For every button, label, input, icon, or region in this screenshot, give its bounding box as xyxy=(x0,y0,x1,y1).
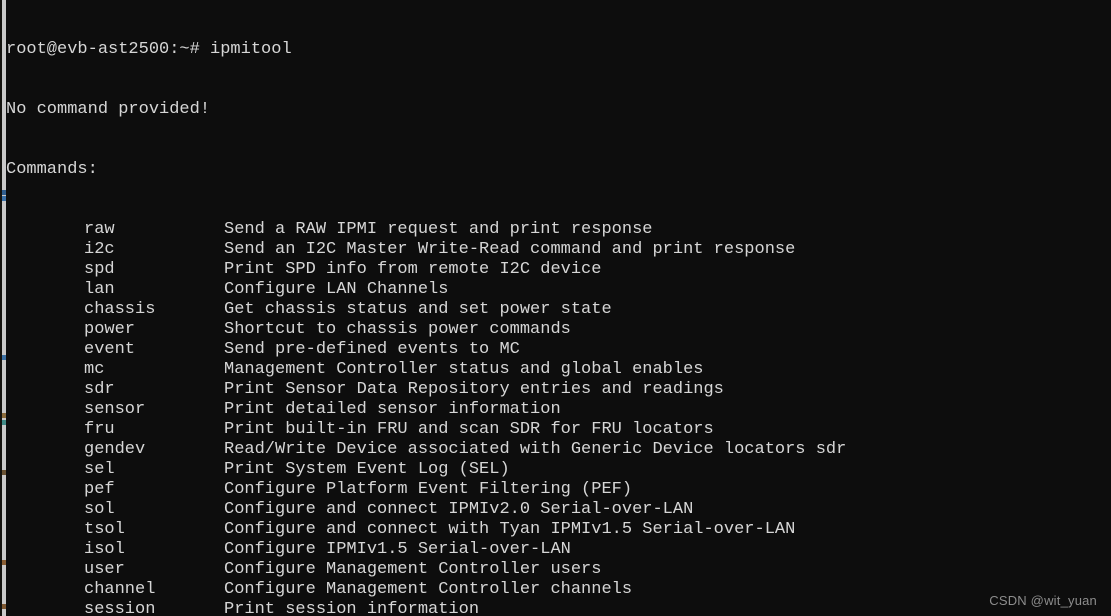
command-description: Shortcut to chassis power commands xyxy=(224,320,571,339)
command-description: Print SPD info from remote I2C device xyxy=(224,260,602,279)
command-list: raw Send a RAW IPMI request and print res… xyxy=(6,220,1111,616)
command-description: Configure LAN Channels xyxy=(224,280,449,299)
command-name: event xyxy=(84,340,136,359)
command-row: isol Configure IPMIv1.5 Serial-over-LAN xyxy=(6,540,1111,560)
command-description: Configure Platform Event Filtering (PEF) xyxy=(224,480,633,499)
command-description: Send pre-defined events to MC xyxy=(224,340,520,359)
command-row: event Send pre-defined events to MC xyxy=(6,340,1111,360)
command-name: i2c xyxy=(84,240,115,259)
command-name: chassis xyxy=(84,300,156,319)
command-name: gendev xyxy=(84,440,146,459)
command-row: sel Print System Event Log (SEL) xyxy=(6,460,1111,480)
command-row: gendev Read/Write Device associated with … xyxy=(6,440,1111,460)
command-description: Print session information xyxy=(224,600,480,616)
command-row: raw Send a RAW IPMI request and print res… xyxy=(6,220,1111,240)
terminal-commands-header: Commands: xyxy=(6,160,98,179)
command-row: sdr Print Sensor Data Repository entries … xyxy=(6,380,1111,400)
command-row: spd Print SPD info from remote I2C device xyxy=(6,260,1111,280)
command-name: isol xyxy=(84,540,125,559)
command-description: Send a RAW IPMI request and print respon… xyxy=(224,220,653,239)
screen: root@evb-ast2500:~# ipmitool No command … xyxy=(0,0,1111,616)
command-row: channel Configure Management Controller c… xyxy=(6,580,1111,600)
command-description: Print System Event Log (SEL) xyxy=(224,460,510,479)
command-description: Configure and connect with Tyan IPMIv1.5… xyxy=(224,520,796,539)
command-name: tsol xyxy=(84,520,125,539)
command-description: Configure IPMIv1.5 Serial-over-LAN xyxy=(224,540,571,559)
command-description: Send an I2C Master Write-Read command an… xyxy=(224,240,796,259)
command-name: channel xyxy=(84,580,156,599)
command-name: sol xyxy=(84,500,115,519)
command-name: power xyxy=(84,320,136,339)
command-row: lan Configure LAN Channels xyxy=(6,280,1111,300)
command-row: sensor Print detailed sensor information xyxy=(6,400,1111,420)
command-description: Print Sensor Data Repository entries and… xyxy=(224,380,724,399)
command-name: raw xyxy=(84,220,115,239)
command-name: user xyxy=(84,560,125,579)
command-description: Configure Management Controller channels xyxy=(224,580,633,599)
command-description: Configure and connect IPMIv2.0 Serial-ov… xyxy=(224,500,694,519)
command-name: sdr xyxy=(84,380,115,399)
command-description: Print detailed sensor information xyxy=(224,400,561,419)
command-description: Read/Write Device associated with Generi… xyxy=(224,440,847,459)
command-row: power Shortcut to chassis power commands xyxy=(6,320,1111,340)
command-row: mc Management Controller status and globa… xyxy=(6,360,1111,380)
command-description: Print built-in FRU and scan SDR for FRU … xyxy=(224,420,714,439)
command-row: i2c Send an I2C Master Write-Read command… xyxy=(6,240,1111,260)
watermark: CSDN @wit_yuan xyxy=(989,593,1097,608)
terminal-message-line: No command provided! xyxy=(6,100,211,119)
command-description: Configure Management Controller users xyxy=(224,560,602,579)
terminal-prompt-line: root@evb-ast2500:~# ipmitool xyxy=(6,40,292,59)
command-row: sol Configure and connect IPMIv2.0 Serial… xyxy=(6,500,1111,520)
command-name: mc xyxy=(84,360,105,379)
command-name: fru xyxy=(84,420,115,439)
command-name: session xyxy=(84,600,156,616)
command-name: sel xyxy=(84,460,115,479)
command-row: chassis Get chassis status and set power … xyxy=(6,300,1111,320)
command-name: lan xyxy=(84,280,115,299)
terminal-output[interactable]: root@evb-ast2500:~# ipmitool No command … xyxy=(6,0,1111,616)
command-row: user Configure Management Controller user… xyxy=(6,560,1111,580)
command-description: Management Controller status and global … xyxy=(224,360,704,379)
command-row: session Print session information xyxy=(6,600,1111,616)
command-name: sensor xyxy=(84,400,146,419)
command-name: pef xyxy=(84,480,115,499)
command-row: fru Print built-in FRU and scan SDR for F… xyxy=(6,420,1111,440)
command-row: tsol Configure and connect with Tyan IPMI… xyxy=(6,520,1111,540)
command-name: spd xyxy=(84,260,115,279)
command-description: Get chassis status and set power state xyxy=(224,300,612,319)
command-row: pef Configure Platform Event Filtering (P… xyxy=(6,480,1111,500)
